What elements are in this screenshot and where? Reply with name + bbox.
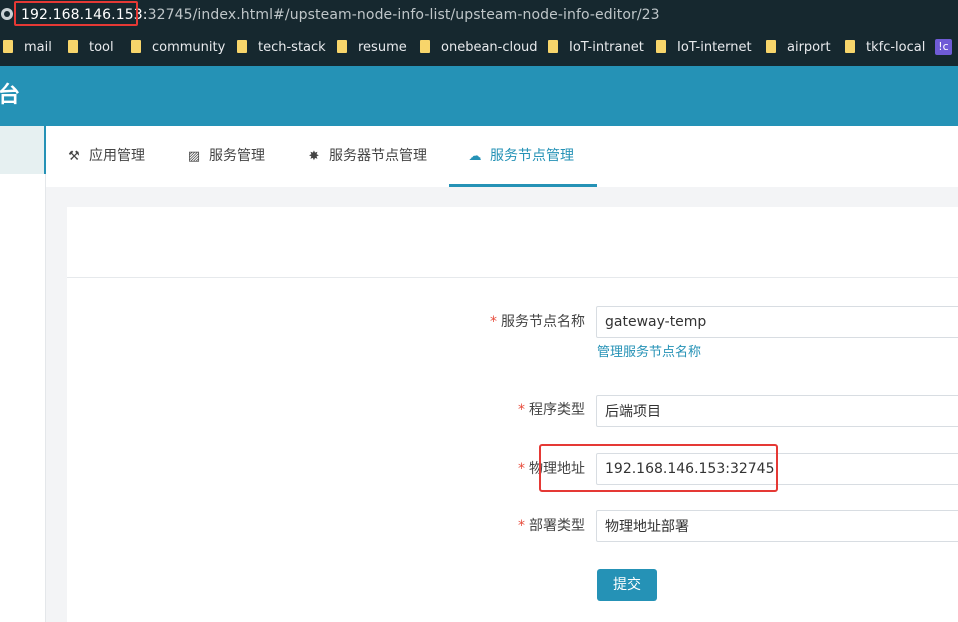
bookmark-label: IoT-internet	[677, 40, 752, 55]
program-type-select[interactable]	[596, 395, 958, 427]
tab-bar: ⚒ 应用管理 ▨ 服务管理 ✸ 服务器节点管理 ☁ 服务节点管理	[46, 126, 958, 188]
bookmark-label: airport	[787, 40, 831, 55]
site-info-icon[interactable]	[1, 8, 13, 20]
label-text: 部署类型	[529, 518, 585, 534]
sidebar-active-item[interactable]	[0, 126, 44, 174]
bookmark-iot-intranet[interactable]: IoT-intranet	[548, 39, 644, 57]
tab-label: 服务节点管理	[490, 148, 574, 164]
required-mark: *	[518, 461, 525, 477]
bookmark-resume[interactable]: resume	[337, 39, 407, 57]
bookmark-iot-internet[interactable]: IoT-internet	[656, 39, 752, 57]
folder-icon	[548, 40, 558, 53]
cloud-icon: ☁	[468, 149, 482, 164]
bookmark-community[interactable]: community	[131, 39, 225, 57]
server-icon: ✸	[308, 149, 320, 164]
bookmark-airport[interactable]: airport	[766, 39, 831, 57]
tab-server-node-management[interactable]: ✸ 服务器节点管理	[307, 126, 427, 187]
bookmark-onebean-cloud[interactable]: onebean-cloud	[420, 39, 538, 57]
submit-button[interactable]: 提交	[597, 569, 657, 601]
folder-icon	[337, 40, 347, 53]
required-mark: *	[518, 402, 525, 418]
bookmark-tkfc-local[interactable]: tkfc-local	[845, 39, 925, 57]
chart-icon: ▨	[187, 149, 201, 164]
url-path: 32745/index.html#/upsteam-node-info-list…	[147, 7, 660, 23]
bookmark-label: tech-stack	[258, 40, 326, 55]
tab-label: 应用管理	[89, 148, 145, 164]
tab-label: 服务管理	[209, 148, 265, 164]
bookmark-label: mail	[24, 40, 52, 55]
browser-address-bar[interactable]: 192.168.146.153:32745/index.html#/upstea…	[0, 0, 958, 30]
tab-service-node-management[interactable]: ☁ 服务节点管理	[468, 126, 575, 187]
tab-label: 服务器节点管理	[329, 148, 427, 164]
folder-icon	[68, 40, 78, 53]
bookmark-label: tkfc-local	[866, 40, 926, 55]
tab-service-management[interactable]: ▨ 服务管理	[187, 126, 265, 187]
required-mark: *	[490, 314, 497, 330]
bookmark-tool[interactable]: tool	[68, 39, 114, 57]
tab-app-management[interactable]: ⚒ 应用管理	[67, 126, 145, 187]
folder-icon	[3, 40, 13, 53]
bookmark-label: onebean-cloud	[441, 40, 538, 55]
folder-icon	[420, 40, 430, 53]
bookmark-label: tool	[89, 40, 114, 55]
program-type-label: * 程序类型	[518, 400, 585, 420]
folder-icon	[237, 40, 247, 53]
bookmark-label: IoT-intranet	[569, 40, 644, 55]
node-name-label: * 服务节点名称	[490, 312, 585, 332]
folder-icon	[766, 40, 776, 53]
extension-icon[interactable]: !c	[935, 39, 952, 55]
app-header: 台	[0, 66, 958, 126]
deploy-type-label: * 部署类型	[518, 516, 585, 536]
label-text: 服务节点名称	[501, 314, 585, 330]
node-name-input[interactable]	[596, 306, 958, 338]
bookmark-label: resume	[358, 40, 407, 55]
label-text: 程序类型	[529, 402, 585, 418]
folder-icon	[845, 40, 855, 53]
bookmark-mail[interactable]: mail	[3, 39, 52, 57]
bookmark-label: community	[152, 40, 226, 55]
highlight-box-url	[14, 1, 138, 26]
bookmarks-bar: mail tool community tech-stack resume on…	[0, 30, 958, 66]
node-name-hint: 管理服务节点名称	[597, 345, 702, 360]
folder-icon	[131, 40, 141, 53]
app-title: 台	[0, 83, 21, 108]
folder-icon	[656, 40, 666, 53]
highlight-box-address	[539, 444, 778, 492]
tools-icon: ⚒	[68, 149, 80, 164]
bookmark-tech-stack[interactable]: tech-stack	[237, 39, 326, 57]
deploy-type-select[interactable]	[596, 510, 958, 542]
panel-divider	[67, 277, 958, 278]
required-mark: *	[518, 518, 525, 534]
